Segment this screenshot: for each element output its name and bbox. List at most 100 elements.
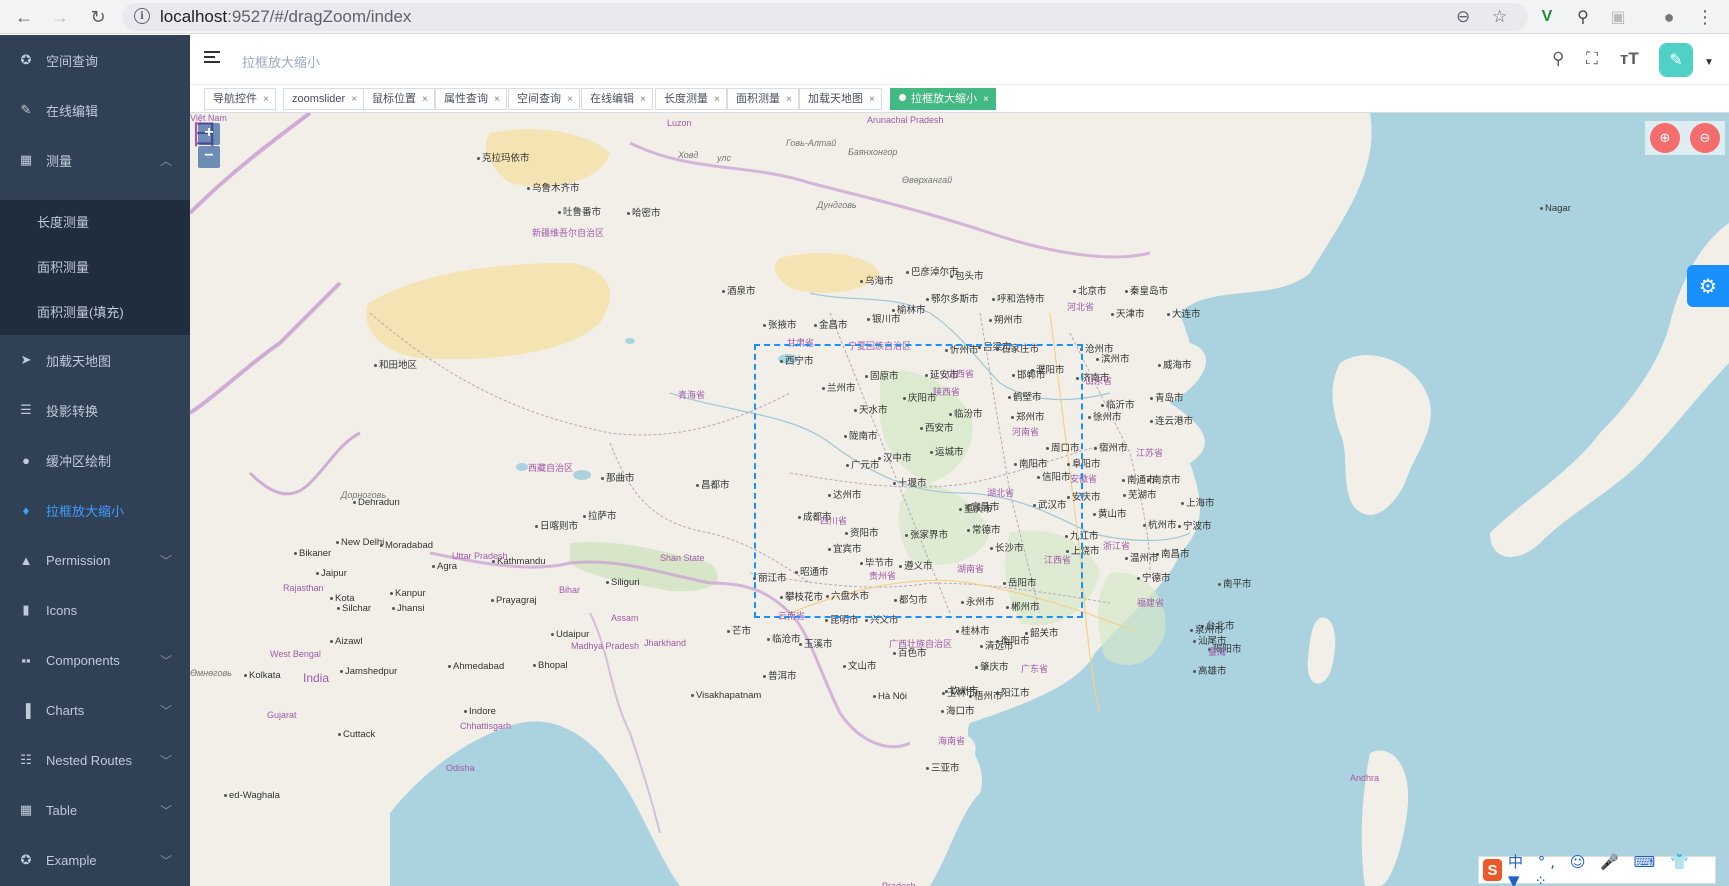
map-city-label: Indore: [464, 706, 496, 717]
map-city-label: Siliguri: [606, 577, 640, 588]
icons-icon: ▮: [22, 602, 30, 617]
search-icon[interactable]: ⚲: [1552, 49, 1564, 69]
zoom-out-button[interactable]: −: [198, 146, 220, 168]
sidebar-subitem-length[interactable]: 长度测量: [0, 200, 190, 245]
map-city-label: ed-Waghala: [224, 790, 280, 801]
map-region-label: 河北省: [1067, 302, 1095, 312]
back-arrow-icon[interactable]: ←: [12, 5, 36, 29]
extension-icon[interactable]: ⚲: [1572, 6, 1594, 28]
reload-icon[interactable]: ↻: [86, 5, 110, 29]
map-city-label: 吐鲁番市: [558, 204, 601, 218]
site-info-icon[interactable]: i: [134, 8, 150, 24]
map-city-label: Өмнөговь: [190, 668, 232, 678]
url-text[interactable]: localhost:9527/#/dragZoom/index: [160, 7, 411, 27]
close-icon[interactable]: ×: [567, 94, 573, 105]
close-icon[interactable]: ×: [640, 94, 646, 105]
drag-zoom-out-button[interactable]: ⊖: [1690, 123, 1720, 153]
map-region-label: 福建省: [1137, 598, 1165, 608]
tag-item[interactable]: 空间查询 ×: [508, 88, 580, 110]
profile-avatar-icon[interactable]: ●: [1658, 6, 1680, 28]
map-view[interactable]: 克拉玛依市 乌鲁木齐市 吐鲁番市 哈密市 新疆维吾尔自治区 和田地区 西藏自治区 那曲市 日喀则…: [190, 113, 1729, 886]
sidebar-item-label: 拉框放大缩小: [46, 503, 125, 519]
map-region-label: Chhattisgarh: [460, 721, 512, 731]
vue-devtools-icon[interactable]: V: [1536, 6, 1558, 28]
map-city-label: Дундговь: [817, 200, 857, 210]
map-city-label: Kanpur: [390, 588, 426, 599]
sidebar-item-components[interactable]: ▪▪ Components ﹀: [0, 635, 190, 685]
map-city-label: Cuttack: [338, 729, 375, 740]
tag-item[interactable]: 鼠标位置 ×: [363, 88, 435, 110]
sidebar-item-drag-zoom[interactable]: ♦ 拉框放大缩小: [0, 485, 190, 535]
map-city-label: 钦州市: [945, 683, 979, 697]
settings-button[interactable]: ⚙: [1687, 265, 1729, 307]
tag-item[interactable]: zoomslider ×: [283, 88, 365, 110]
tag-item[interactable]: 加载天地图 ×: [799, 88, 882, 110]
sidebar-item-online-edit[interactable]: ✎ 在线编辑: [0, 85, 190, 135]
forward-arrow-icon[interactable]: →: [48, 5, 72, 29]
ime-toolbar[interactable]: S 中 °, ☺ 🎤 ⌨ 👕 ▼ ⁘: [1478, 853, 1716, 886]
address-bar[interactable]: i localhost:9527/#/dragZoom/index ⊖ ☆: [122, 3, 1528, 31]
map-city-label: 乌鲁木齐市: [527, 180, 580, 194]
map-city-label: 酒泉市: [722, 283, 756, 297]
example-icon: ✪: [20, 852, 32, 867]
close-icon[interactable]: ×: [869, 94, 875, 105]
tag-item[interactable]: 面积测量 ×: [727, 88, 799, 110]
caret-down-icon[interactable]: ▼: [1704, 57, 1714, 68]
drag-zoom-in-button[interactable]: ⊕: [1650, 123, 1680, 153]
zoom-page-icon[interactable]: ⊖: [1456, 7, 1470, 27]
sidebar-item-charts[interactable]: ▐ Charts ﹀: [0, 685, 190, 735]
browser-toolbar: ← → ↻ i localhost:9527/#/dragZoom/index …: [0, 0, 1729, 34]
sidebar-item-table[interactable]: ▦ Table ﹀: [0, 785, 190, 835]
hamburger-icon[interactable]: [204, 51, 220, 65]
sidebar-item-icons[interactable]: ▮ Icons: [0, 585, 190, 635]
tag-item[interactable]: 在线编辑 ×: [581, 88, 653, 110]
map-city-label: 文山市: [843, 658, 877, 672]
fullscreen-icon[interactable]: ⛶: [1586, 49, 1598, 69]
map-city-label: Bikaner: [294, 548, 331, 559]
extension-box-icon[interactable]: ▣: [1607, 6, 1629, 28]
map-city-label: Silchar: [337, 603, 371, 614]
map-city-label: 和田地区: [374, 357, 417, 371]
grid-icon: ▪▪: [21, 652, 31, 668]
sidebar-item-measure[interactable]: ▦ 测量 ︿: [0, 135, 190, 185]
close-icon[interactable]: ×: [351, 94, 357, 105]
sidebar-item-projection[interactable]: ☰ 投影转换: [0, 385, 190, 435]
map-city-label: 黄山市: [1093, 506, 1127, 520]
close-icon[interactable]: ×: [983, 94, 989, 105]
map-city-label: 张掖市: [763, 317, 797, 331]
tag-item[interactable]: 属性查询 ×: [435, 88, 507, 110]
close-icon[interactable]: ×: [422, 94, 428, 105]
chart-icon: ▐: [21, 702, 31, 718]
close-icon[interactable]: ×: [494, 94, 500, 105]
sidebar-item-permission[interactable]: ▲ Permission ﹀: [0, 535, 190, 585]
map-city-label: 拉萨市: [583, 508, 617, 522]
size-select-icon[interactable]: тT: [1620, 49, 1639, 69]
bookmark-star-icon[interactable]: ☆: [1492, 7, 1507, 27]
map-region-label: Rajasthan: [283, 583, 324, 593]
map-region-label: 海南省: [938, 736, 966, 746]
map-city-label: 青岛市: [1150, 390, 1184, 404]
sidebar-item-label: 缓冲区绘制: [46, 453, 112, 469]
sidebar-subitem-area-fill[interactable]: 面积测量(填充): [0, 290, 190, 335]
sidebar-item-label: Components: [46, 652, 120, 668]
sidebar-item-spatial-query[interactable]: ✪ 空间查询: [0, 35, 190, 85]
map-region-label: India: [303, 671, 330, 685]
sidebar-item-buffer[interactable]: ● 缓冲区绘制: [0, 435, 190, 485]
avatar[interactable]: ✎: [1659, 43, 1693, 77]
tag-item[interactable]: 导航控件 ×: [204, 88, 276, 110]
sidebar-subitem-area[interactable]: 面积测量: [0, 245, 190, 290]
close-icon[interactable]: ×: [263, 94, 269, 105]
sidebar-item-example[interactable]: ✪ Example ﹀: [0, 835, 190, 885]
tag-label: 空间查询: [517, 93, 561, 105]
zoom-in-button[interactable]: +: [198, 123, 220, 145]
tag-item[interactable]: 拉框放大缩小 ×: [890, 88, 996, 110]
sidebar-item-nested-routes[interactable]: ☷ Nested Routes ﹀: [0, 735, 190, 785]
sidebar-item-label: 在线编辑: [46, 103, 99, 119]
browser-menu-icon[interactable]: ⋮: [1694, 6, 1716, 28]
close-icon[interactable]: ×: [714, 94, 720, 105]
map-city-label: Баянхонгор: [848, 147, 898, 157]
close-icon[interactable]: ×: [786, 94, 792, 105]
sidebar-item-tianditu[interactable]: ➤ 加载天地图: [0, 335, 190, 385]
map-city-label: 南昌市: [1156, 546, 1190, 560]
tag-item[interactable]: 长度测量 ×: [655, 88, 727, 110]
